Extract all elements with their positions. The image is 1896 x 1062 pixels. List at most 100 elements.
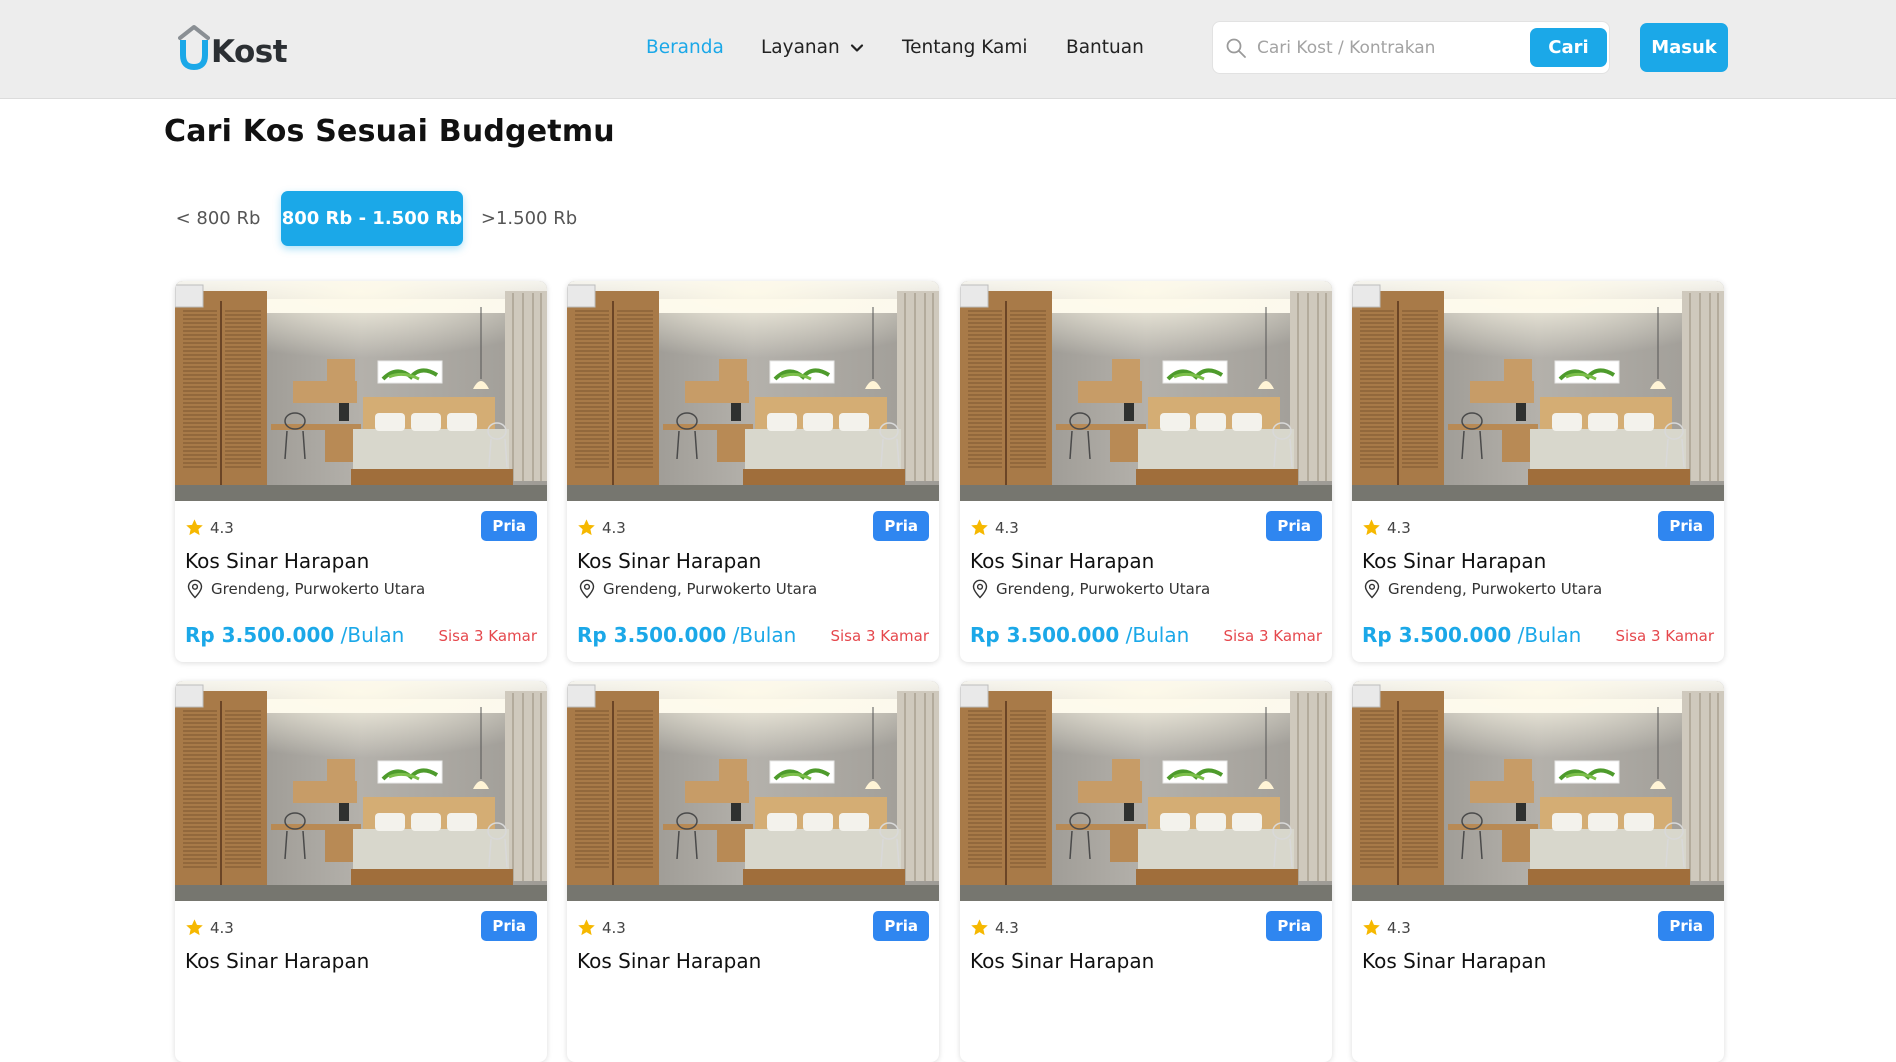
house-roof-u-logo-icon <box>178 24 210 70</box>
map-pin-icon <box>1364 579 1380 599</box>
gender-badge: Pria <box>481 511 537 541</box>
listing-price: Rp 3.500.000 /Bulan <box>1362 623 1581 647</box>
section-title: Cari Kos Sesuai Budgetmu <box>164 114 615 149</box>
location-text: Grendeng, Purwokerto Utara <box>996 580 1211 598</box>
rating: 4.3 <box>1362 518 1411 537</box>
gender-badge: Pria <box>1266 511 1322 541</box>
brand-logo[interactable]: Kost <box>178 24 288 70</box>
room-photo <box>1352 681 1724 901</box>
listing-location: Grendeng, Purwokerto Utara <box>185 579 425 599</box>
map-pin-icon <box>579 579 595 599</box>
budget-filter-over-1500k[interactable]: >1.500 Rb <box>478 191 580 246</box>
map-pin-icon <box>187 579 203 599</box>
price-unit: /Bulan <box>726 623 797 647</box>
gender-badge: Pria <box>873 511 929 541</box>
listing-name[interactable]: Kos Sinar Harapan <box>1362 949 1546 973</box>
price-amount: Rp 3.500.000 <box>185 623 335 647</box>
rating-value: 4.3 <box>210 918 234 937</box>
rating: 4.3 <box>577 918 626 937</box>
listing-name[interactable]: Kos Sinar Harapan <box>185 549 369 573</box>
rating: 4.3 <box>185 518 234 537</box>
room-photo <box>175 281 547 501</box>
budget-filter-800k-1500k[interactable]: 800 Rb - 1.500 Rb <box>281 191 463 246</box>
rooms-remaining: Sisa 3 Kamar <box>438 627 537 645</box>
listing-price: Rp 3.500.000 /Bulan <box>185 623 404 647</box>
star-icon <box>186 519 203 536</box>
price-unit: /Bulan <box>1119 623 1190 647</box>
gender-badge: Pria <box>1658 511 1714 541</box>
rating-value: 4.3 <box>210 518 234 537</box>
location-text: Grendeng, Purwokerto Utara <box>603 580 818 598</box>
price-amount: Rp 3.500.000 <box>577 623 727 647</box>
rooms-remaining: Sisa 3 Kamar <box>1615 627 1714 645</box>
search-input[interactable] <box>1257 32 1497 64</box>
price-unit: /Bulan <box>1511 623 1582 647</box>
star-icon <box>186 919 203 936</box>
star-icon <box>971 519 988 536</box>
room-photo <box>567 681 939 901</box>
gender-badge: Pria <box>481 911 537 941</box>
listing-name[interactable]: Kos Sinar Harapan <box>970 549 1154 573</box>
listing-name[interactable]: Kos Sinar Harapan <box>970 949 1154 973</box>
listing-card[interactable]: 4.3 Pria Kos Sinar Harapan Grendeng, Pur… <box>175 281 547 662</box>
login-button[interactable]: Masuk <box>1640 23 1728 72</box>
nav-tentang-kami[interactable]: Tentang Kami <box>902 35 1028 61</box>
gender-badge: Pria <box>1658 911 1714 941</box>
rating: 4.3 <box>970 918 1019 937</box>
rating-value: 4.3 <box>1387 918 1411 937</box>
price-unit: /Bulan <box>334 623 405 647</box>
gender-badge: Pria <box>1266 911 1322 941</box>
listing-name[interactable]: Kos Sinar Harapan <box>577 549 761 573</box>
listing-location: Grendeng, Purwokerto Utara <box>970 579 1210 599</box>
listing-name[interactable]: Kos Sinar Harapan <box>185 949 369 973</box>
rooms-remaining: Sisa 3 Kamar <box>1223 627 1322 645</box>
star-icon <box>971 919 988 936</box>
search-bar: Cari <box>1212 21 1610 74</box>
room-photo <box>960 281 1332 501</box>
listing-card[interactable]: 4.3 Pria Kos Sinar Harapan <box>1352 681 1724 1062</box>
nav-bantuan[interactable]: Bantuan <box>1066 35 1144 61</box>
listing-name[interactable]: Kos Sinar Harapan <box>577 949 761 973</box>
listing-card[interactable]: 4.3 Pria Kos Sinar Harapan <box>567 681 939 1062</box>
listing-price: Rp 3.500.000 /Bulan <box>577 623 796 647</box>
nav-layanan[interactable]: Layanan <box>761 35 866 61</box>
rating: 4.3 <box>185 918 234 937</box>
price-amount: Rp 3.500.000 <box>1362 623 1512 647</box>
room-photo <box>567 281 939 501</box>
price-amount: Rp 3.500.000 <box>970 623 1120 647</box>
location-text: Grendeng, Purwokerto Utara <box>1388 580 1603 598</box>
room-photo <box>960 681 1332 901</box>
rating-value: 4.3 <box>995 918 1019 937</box>
budget-filter-under-800k[interactable]: < 800 Rb <box>170 191 266 246</box>
star-icon <box>1363 919 1380 936</box>
search-icon <box>1226 38 1246 58</box>
rating-value: 4.3 <box>602 918 626 937</box>
star-icon <box>1363 519 1380 536</box>
star-icon <box>578 519 595 536</box>
rating-value: 4.3 <box>602 518 626 537</box>
map-pin-icon <box>972 579 988 599</box>
listing-price: Rp 3.500.000 /Bulan <box>970 623 1189 647</box>
listing-card[interactable]: 4.3 Pria Kos Sinar Harapan <box>175 681 547 1062</box>
room-photo <box>175 681 547 901</box>
rating: 4.3 <box>577 518 626 537</box>
listing-card[interactable]: 4.3 Pria Kos Sinar Harapan Grendeng, Pur… <box>1352 281 1724 662</box>
listing-location: Grendeng, Purwokerto Utara <box>1362 579 1602 599</box>
listing-card[interactable]: 4.3 Pria Kos Sinar Harapan Grendeng, Pur… <box>567 281 939 662</box>
gender-badge: Pria <box>873 911 929 941</box>
search-button[interactable]: Cari <box>1530 28 1607 67</box>
chevron-down-icon <box>850 44 863 52</box>
rooms-remaining: Sisa 3 Kamar <box>830 627 929 645</box>
nav-beranda[interactable]: Beranda <box>646 35 724 61</box>
listing-location: Grendeng, Purwokerto Utara <box>577 579 817 599</box>
listing-card[interactable]: 4.3 Pria Kos Sinar Harapan <box>960 681 1332 1062</box>
rating-value: 4.3 <box>995 518 1019 537</box>
room-photo <box>1352 281 1724 501</box>
logo-text: Kost <box>211 34 288 70</box>
rating: 4.3 <box>1362 918 1411 937</box>
rating: 4.3 <box>970 518 1019 537</box>
rating-value: 4.3 <box>1387 518 1411 537</box>
location-text: Grendeng, Purwokerto Utara <box>211 580 426 598</box>
listing-card[interactable]: 4.3 Pria Kos Sinar Harapan Grendeng, Pur… <box>960 281 1332 662</box>
listing-name[interactable]: Kos Sinar Harapan <box>1362 549 1546 573</box>
